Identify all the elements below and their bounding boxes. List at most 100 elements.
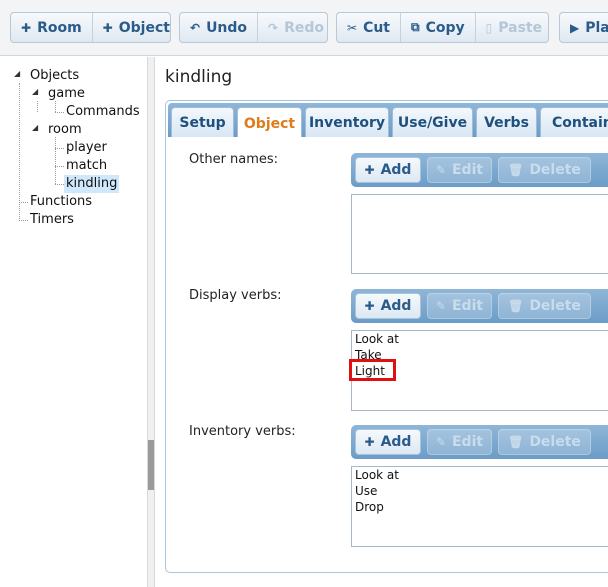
tree-line	[55, 148, 64, 149]
tree-line	[55, 112, 64, 113]
clipboard-group: ✂ Cut ⧉ Copy ▯ Paste	[336, 12, 549, 43]
tab-object[interactable]: Object	[237, 107, 302, 139]
play-label: Pla	[585, 19, 608, 36]
tree-line	[55, 137, 56, 184]
tree-line	[19, 83, 20, 221]
tree-item-player[interactable]: player	[66, 139, 107, 157]
highlight-box	[349, 359, 396, 381]
copy-button[interactable]: ⧉ Copy	[401, 13, 476, 42]
add-label: Add	[380, 298, 412, 314]
display-verbs-delete-button[interactable]: 🗑 Delete	[498, 293, 591, 319]
inventory-verbs-delete-button[interactable]: 🗑 Delete	[498, 429, 591, 455]
edit-label: Edit	[451, 434, 484, 450]
trash-icon: 🗑	[508, 299, 524, 313]
tab-container[interactable]: Containe	[540, 107, 608, 138]
copy-icon: ⧉	[411, 20, 420, 34]
trash-icon: 🗑	[508, 163, 524, 177]
other-names-delete-button[interactable]: 🗑 Delete	[498, 157, 591, 183]
inventory-verbs-label: Inventory verbs:	[189, 424, 296, 439]
tree-item-room[interactable]: room	[48, 121, 82, 139]
inventory-verbs-toolbar: ✚ Add ✎ Edit 🗑 Delete	[351, 425, 608, 459]
display-verbs-edit-button[interactable]: ✎ Edit	[427, 293, 492, 319]
plus-icon: ✚	[364, 163, 375, 177]
tree-item-commands[interactable]: Commands	[66, 103, 140, 121]
add-object-button[interactable]: ✚ Object	[93, 13, 170, 42]
pencil-icon: ✎	[435, 163, 446, 177]
other-names-label: Other names:	[189, 152, 279, 167]
copy-label: Copy	[425, 19, 465, 36]
display-verbs-toolbar: ✚ Add ✎ Edit 🗑 Delete	[351, 289, 608, 323]
trash-icon: 🗑	[508, 435, 524, 449]
other-names-add-button[interactable]: ✚ Add	[355, 157, 421, 183]
add-label: Add	[380, 434, 412, 450]
toolbar: ✚ Room ✚ Object ↶ Undo ↷ Redo ✂ Cut ⧉ Copy ▯ Pa…	[0, 0, 608, 56]
page-title: kindling	[165, 67, 233, 87]
redo-label: Redo	[284, 19, 325, 36]
pencil-icon: ✎	[435, 299, 446, 313]
tree-line	[55, 166, 64, 167]
tree-item-match[interactable]: match	[66, 157, 107, 175]
cut-button[interactable]: ✂ Cut	[337, 13, 401, 42]
paste-icon: ▯	[485, 20, 493, 35]
add-label: Add	[380, 162, 412, 178]
undo-icon: ↶	[190, 20, 201, 35]
pencil-icon: ✎	[435, 435, 446, 449]
delete-label: Delete	[529, 434, 581, 450]
tab-verbs[interactable]: Verbs	[476, 107, 537, 138]
plus-icon: ✚	[364, 299, 375, 313]
list-item[interactable]: Look at	[352, 467, 608, 483]
paste-label: Paste	[498, 19, 543, 36]
tree-item-functions[interactable]: Functions	[30, 193, 92, 211]
delete-label: Delete	[529, 298, 581, 314]
other-names-toolbar: ✚ Add ✎ Edit 🗑 Delete	[351, 153, 608, 187]
add-room-button[interactable]: ✚ Room	[11, 13, 93, 42]
tree-line	[19, 202, 28, 203]
play-button[interactable]: ▶ Pla	[560, 13, 608, 42]
add-group: ✚ Room ✚ Object	[10, 12, 171, 43]
tree-item-timers[interactable]: Timers	[30, 211, 74, 229]
inventory-verbs-edit-button[interactable]: ✎ Edit	[427, 429, 492, 455]
delete-label: Delete	[529, 162, 581, 178]
display-verbs-add-button[interactable]: ✚ Add	[355, 293, 421, 319]
plus-icon: ✚	[21, 20, 32, 35]
edit-label: Edit	[451, 162, 484, 178]
display-verbs-label: Display verbs:	[189, 288, 282, 303]
undo-button[interactable]: ↶ Undo	[180, 13, 259, 42]
tree-line	[19, 220, 28, 221]
splitter-grip[interactable]	[148, 440, 154, 490]
inventory-verbs-add-button[interactable]: ✚ Add	[355, 429, 421, 455]
collapse-arrow-icon[interactable]: ◢	[14, 69, 20, 78]
add-object-label: Object	[118, 19, 170, 36]
tree-item-objects[interactable]: Objects	[30, 67, 79, 85]
tab-use-give[interactable]: Use/Give	[392, 107, 473, 138]
edit-label: Edit	[451, 298, 484, 314]
list-item[interactable]: Drop	[352, 499, 608, 515]
collapse-arrow-icon[interactable]: ◢	[32, 87, 38, 96]
redo-icon: ↷	[268, 20, 279, 35]
tree-line	[55, 184, 64, 185]
tab-setup[interactable]: Setup	[171, 107, 234, 138]
other-names-list[interactable]	[351, 194, 608, 274]
plus-icon: ✚	[102, 20, 113, 35]
play-icon: ▶	[570, 20, 580, 35]
list-item[interactable]: Look at	[352, 331, 608, 347]
list-item[interactable]: Use	[352, 483, 608, 499]
tab-inventory[interactable]: Inventory	[305, 107, 389, 138]
undo-label: Undo	[206, 19, 248, 36]
scissors-icon: ✂	[347, 20, 358, 35]
paste-button[interactable]: ▯ Paste	[476, 13, 548, 42]
history-group: ↶ Undo ↷ Redo	[179, 12, 328, 43]
cut-label: Cut	[363, 19, 390, 36]
add-room-label: Room	[37, 19, 82, 36]
tree-item-game[interactable]: game	[48, 85, 85, 103]
redo-button[interactable]: ↷ Redo	[258, 13, 327, 42]
tree-item-kindling[interactable]: kindling	[64, 175, 120, 193]
inventory-verbs-list[interactable]: Look at Use Drop	[351, 466, 608, 547]
other-names-edit-button[interactable]: ✎ Edit	[427, 157, 492, 183]
tree-line	[37, 101, 38, 112]
object-tree: ◢ Objects ◢ game Commands ◢ room player …	[0, 57, 147, 587]
collapse-arrow-icon[interactable]: ◢	[32, 123, 38, 132]
plus-icon: ✚	[364, 435, 375, 449]
pane-splitter[interactable]	[147, 57, 155, 587]
play-group: ▶ Pla	[559, 12, 608, 43]
